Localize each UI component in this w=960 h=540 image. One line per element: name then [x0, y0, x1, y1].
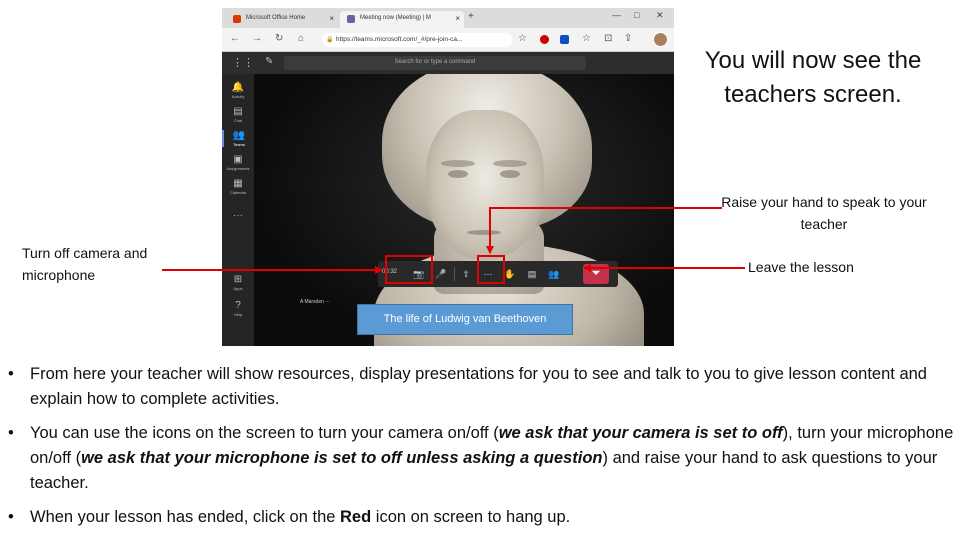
- lesson-title-banner: The life of Ludwig van Beethoven: [357, 304, 573, 335]
- rail-item-apps[interactable]: ⊞ Apps: [222, 274, 254, 291]
- instructions-list: • From here your teacher will show resou…: [8, 362, 954, 539]
- bullet-item: • When your lesson has ended, click on t…: [8, 505, 954, 530]
- teams-icon: 👥: [232, 130, 246, 141]
- participants-button[interactable]: 👥: [546, 266, 562, 282]
- home-icon[interactable]: ⌂: [298, 33, 304, 44]
- teams-icon: [347, 15, 355, 23]
- extension-icon[interactable]: [560, 35, 569, 44]
- rail-item-teams[interactable]: 👥 Teams: [222, 130, 254, 147]
- bullet-item: • You can use the icons on the screen to…: [8, 421, 954, 496]
- bust-brow-right: [493, 160, 527, 167]
- toolbar-divider: [454, 267, 455, 281]
- rail-item-label: Calendar: [229, 190, 247, 195]
- refresh-icon[interactable]: ↻: [275, 33, 283, 44]
- teams-screenshot: Microsoft Office Home × Meeting now (Mee…: [222, 8, 674, 346]
- calendar-icon: ▦: [233, 178, 243, 189]
- command-search-input[interactable]: Search for or type a command: [284, 56, 586, 70]
- participant-more-icon[interactable]: ···: [325, 299, 330, 305]
- rail-item-label: Help: [233, 312, 243, 317]
- teams-top-bar: ⋮⋮ ✎ Search for or type a command: [222, 52, 674, 74]
- bullet-marker: •: [8, 508, 14, 526]
- callout-teacher-screen: You will now see the teachers screen.: [704, 47, 922, 108]
- rail-item-chat[interactable]: ▤ Chat: [222, 106, 254, 123]
- tab-meeting[interactable]: Meeting now (Meeting) | M ×: [340, 11, 464, 28]
- office-icon: [233, 15, 241, 23]
- collections-icon[interactable]: ⊡: [604, 33, 612, 44]
- url-field[interactable]: 🔒 https://teams.microsoft.com/_#/pre-joi…: [322, 33, 512, 47]
- callout-camera-mic: Turn off camera and microphone: [22, 245, 148, 283]
- raise-hand-highlight: [477, 255, 505, 284]
- rail-item-label: Chat: [233, 118, 243, 123]
- help-icon: ?: [235, 300, 241, 311]
- browser-tab-bar: Microsoft Office Home × Meeting now (Mee…: [222, 8, 674, 28]
- chat-button[interactable]: ▤: [524, 266, 540, 282]
- bullet-strong: Red: [340, 508, 372, 526]
- favorites-bar-icon[interactable]: ☆: [582, 33, 591, 44]
- rail-item-label: Activity: [231, 94, 245, 99]
- rail-item-assignments[interactable]: ▣ Assignments: [222, 154, 254, 171]
- maximize-icon[interactable]: □: [634, 10, 639, 20]
- profile-avatar[interactable]: [653, 32, 668, 47]
- callout-raise-hand: Raise your hand to speak to your teacher: [721, 194, 927, 232]
- bust-eye-right: [500, 170, 520, 178]
- close-window-icon[interactable]: ✕: [656, 10, 664, 21]
- lock-icon: 🔒: [326, 37, 334, 43]
- callout-leave-lesson: Leave the lesson: [748, 259, 854, 275]
- compose-icon[interactable]: ✎: [265, 56, 273, 67]
- teams-app-rail: 🔔 Activity ▤ Chat 👥 Teams ▣ Assignments ▦ Calenda…: [222, 74, 254, 346]
- rail-item-label: Assignments: [226, 166, 250, 171]
- assignments-icon: ▣: [233, 154, 243, 165]
- share-screen-button[interactable]: ⇧: [458, 266, 474, 282]
- bullet-text: From here your teacher will show resourc…: [30, 365, 927, 408]
- bullet-marker: •: [8, 424, 14, 442]
- tab-office-home[interactable]: Microsoft Office Home ×: [226, 11, 338, 28]
- bullet-text: You can use the icons on the screen to t…: [30, 424, 499, 442]
- opera-extension-icon[interactable]: [540, 35, 549, 44]
- bust-brow-left: [441, 160, 475, 167]
- chat-icon: ▤: [233, 106, 243, 117]
- rail-item-activity[interactable]: 🔔 Activity: [222, 82, 254, 99]
- forward-icon[interactable]: →: [252, 33, 262, 44]
- bust-eye-left: [448, 170, 468, 178]
- bullet-item: • From here your teacher will show resou…: [8, 362, 954, 412]
- tab-title: Microsoft Office Home: [246, 15, 306, 21]
- participant-label: A Marsden ···: [300, 299, 330, 305]
- address-bar: ← → ↻ ⌂ 🔒 https://teams.microsoft.com/_#…: [222, 28, 674, 52]
- close-tab-icon[interactable]: ×: [329, 14, 334, 23]
- beethoven-bust-face: [426, 110, 544, 260]
- back-icon[interactable]: ←: [230, 33, 240, 44]
- url-text: https://teams.microsoft.com/_#/pre-join-…: [336, 36, 463, 43]
- close-tab-icon[interactable]: ×: [455, 14, 460, 23]
- app-launcher-icon[interactable]: ⋮⋮: [232, 56, 254, 69]
- hang-up-button[interactable]: ⏷: [583, 264, 609, 284]
- mic-off-button[interactable]: 🎤: [433, 266, 449, 282]
- tab-title: Meeting now (Meeting) | M: [360, 15, 431, 21]
- rail-item-calendar[interactable]: ▦ Calendar: [222, 178, 254, 195]
- more-icon: ···: [233, 210, 243, 221]
- bullet-text: When your lesson has ended, click on the: [30, 508, 341, 526]
- bullet-emphasis: we ask that your camera is set to off: [498, 424, 783, 442]
- rail-item-help[interactable]: ? Help: [222, 300, 254, 317]
- apps-icon: ⊞: [233, 274, 243, 285]
- bullet-emphasis: we ask that your microphone is set to of…: [81, 449, 603, 467]
- bust-mouth: [467, 230, 501, 235]
- rail-item-label: Apps: [233, 286, 243, 291]
- participant-name: A Marsden: [300, 299, 324, 305]
- rail-item-more[interactable]: ···: [222, 210, 254, 221]
- minimize-icon[interactable]: —: [612, 10, 621, 20]
- new-tab-button[interactable]: +: [468, 11, 474, 22]
- camera-mic-highlight: [385, 255, 433, 284]
- share-icon[interactable]: ⇪: [624, 33, 632, 44]
- bullet-marker: •: [8, 365, 14, 383]
- bullet-text: icon on screen to hang up.: [371, 508, 571, 526]
- rail-item-label: Teams: [233, 142, 245, 147]
- favorite-star-icon[interactable]: ☆: [518, 33, 527, 44]
- bell-icon: 🔔: [231, 82, 245, 93]
